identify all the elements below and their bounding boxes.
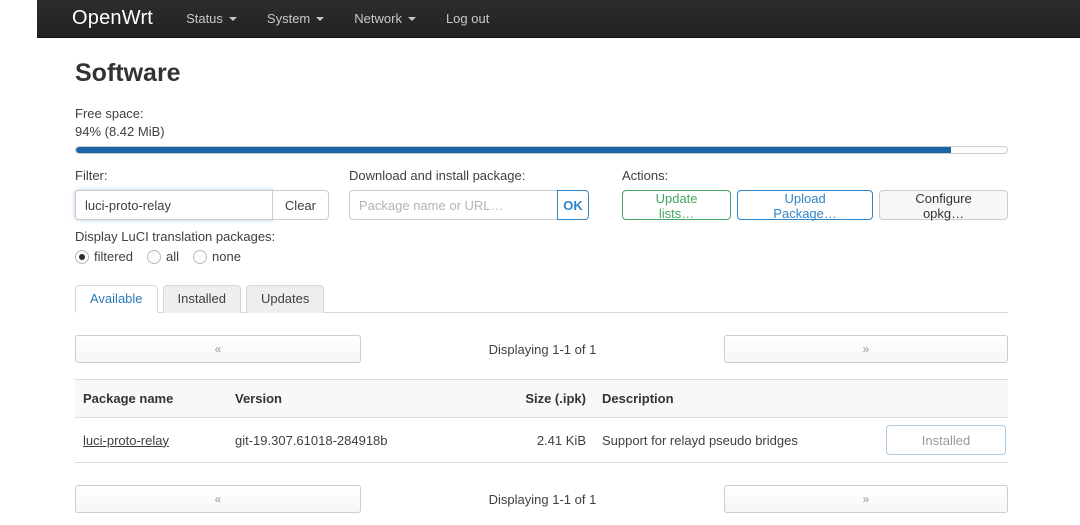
radio-filtered[interactable]	[75, 250, 89, 264]
prev-page-button[interactable]: «	[75, 485, 361, 513]
package-version: git-19.307.61018-284918b	[227, 418, 480, 463]
clear-button[interactable]: Clear	[272, 190, 329, 220]
menu-item-label: Log out	[446, 11, 489, 26]
page-title: Software	[75, 59, 1008, 88]
next-page-button[interactable]: »	[724, 335, 1008, 363]
radio-option-all[interactable]: all	[147, 249, 179, 264]
download-group: Download and install package: OK	[349, 168, 589, 220]
package-name-link[interactable]: luci-proto-relay	[83, 433, 169, 448]
page-content: Software Free space: 94% (8.42 MiB) Filt…	[75, 59, 1008, 513]
header-description: Description	[594, 380, 878, 418]
free-space-label: Free space:	[75, 105, 1008, 123]
radio-option-none[interactable]: none	[193, 249, 241, 264]
actions-group: Actions: Update lists… Upload Package… C…	[622, 168, 1008, 220]
header-version: Version	[227, 380, 480, 418]
pagination-status: Displaying 1-1 of 1	[361, 492, 724, 507]
menu-item-logout[interactable]: Log out	[431, 0, 504, 37]
package-tabs: Available Installed Updates	[75, 285, 1008, 313]
pagination-bottom: « Displaying 1-1 of 1 »	[75, 485, 1008, 513]
next-page-button[interactable]: »	[724, 485, 1008, 513]
chevron-down-icon	[229, 17, 237, 21]
menu-item-network[interactable]: Network	[339, 0, 431, 37]
radio-label: none	[212, 249, 241, 264]
header-action	[878, 380, 1008, 418]
radio-label: all	[166, 249, 179, 264]
radio-all[interactable]	[147, 250, 161, 264]
header-package-name: Package name	[75, 380, 227, 418]
package-url-input[interactable]	[349, 190, 558, 220]
chevron-down-icon	[408, 17, 416, 21]
menu-item-label: Status	[186, 11, 223, 26]
menu-item-label: Network	[354, 11, 402, 26]
radio-label: filtered	[94, 249, 133, 264]
tab-available[interactable]: Available	[75, 285, 158, 313]
chevron-down-icon	[316, 17, 324, 21]
free-space-section: Free space: 94% (8.42 MiB)	[75, 105, 1008, 154]
radio-none[interactable]	[193, 250, 207, 264]
configure-opkg-button[interactable]: Configure opkg…	[879, 190, 1008, 220]
ok-button[interactable]: OK	[557, 190, 589, 220]
header-size: Size (.ipk)	[480, 380, 594, 418]
radio-option-filtered[interactable]: filtered	[75, 249, 133, 264]
package-size: 2.41 KiB	[480, 418, 594, 463]
free-space-bar-fill	[76, 147, 951, 153]
update-lists-button[interactable]: Update lists…	[622, 190, 731, 220]
filter-input[interactable]	[75, 190, 273, 220]
filter-label: Filter:	[75, 168, 329, 184]
package-table: Package name Version Size (.ipk) Descrip…	[75, 379, 1008, 463]
free-space-progressbar	[75, 146, 1008, 154]
tab-updates[interactable]: Updates	[246, 285, 324, 313]
actions-label: Actions:	[622, 168, 1008, 184]
menu-item-status[interactable]: Status	[171, 0, 252, 37]
free-space-value: 94% (8.42 MiB)	[75, 123, 1008, 141]
filter-group: Filter: Clear	[75, 168, 329, 220]
tab-installed[interactable]: Installed	[163, 285, 241, 313]
menu-item-label: System	[267, 11, 310, 26]
pagination-top: « Displaying 1-1 of 1 »	[75, 335, 1008, 363]
translation-label: Display LuCI translation packages:	[75, 229, 1008, 244]
menu-item-system[interactable]: System	[252, 0, 339, 37]
brand-logo: OpenWrt	[37, 7, 171, 30]
top-navbar: OpenWrt Status System Network Log out	[37, 0, 1080, 38]
download-label: Download and install package:	[349, 168, 589, 184]
translation-section: Display LuCI translation packages: filte…	[75, 229, 1008, 264]
pagination-status: Displaying 1-1 of 1	[361, 342, 724, 357]
table-header-row: Package name Version Size (.ipk) Descrip…	[75, 380, 1008, 418]
installed-button[interactable]: Installed	[886, 425, 1006, 455]
table-row: luci-proto-relay git-19.307.61018-284918…	[75, 418, 1008, 463]
controls-row: Filter: Clear Download and install packa…	[75, 168, 1008, 220]
main-menu: Status System Network Log out	[171, 0, 504, 37]
package-description: Support for relayd pseudo bridges	[594, 418, 878, 463]
prev-page-button[interactable]: «	[75, 335, 361, 363]
upload-package-button[interactable]: Upload Package…	[737, 190, 873, 220]
